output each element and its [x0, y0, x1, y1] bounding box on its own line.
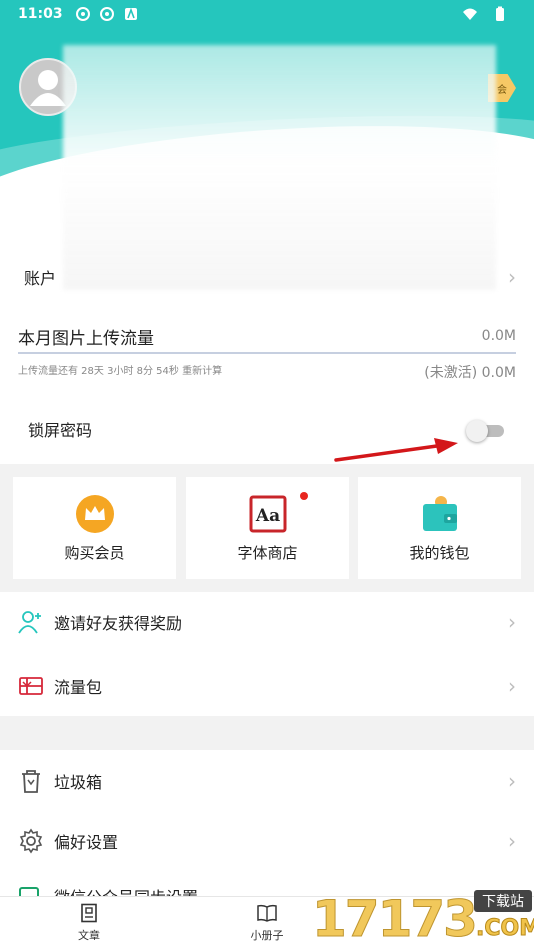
tab-label: 小册子 [250, 929, 284, 942]
card-my-wallet[interactable]: 我的钱包 [358, 477, 521, 579]
lock-screen-toggle[interactable] [466, 420, 504, 442]
booklet-icon [257, 904, 277, 922]
account-label: 账户 [24, 269, 57, 288]
list-item-label: 邀请好友获得奖励 [54, 614, 183, 633]
chevron-right-icon: › [508, 674, 516, 698]
upload-traffic-section: 本月图片上传流量 0.0M 上传流量还有 28天 3小时 8分 54秒 重新计算… [18, 320, 516, 382]
card-label: 购买会员 [64, 544, 125, 562]
list-item-label: 流量包 [54, 678, 103, 697]
list-item-label: 偏好设置 [54, 833, 119, 852]
upload-progress-bar [18, 352, 516, 354]
tab-booklet[interactable]: 小册子 [237, 903, 297, 943]
toggle-knob [466, 420, 488, 442]
upload-reset-hint: 上传流量还有 28天 3小时 8分 54秒 重新计算 [18, 366, 223, 377]
font-store-icon: Aa [249, 495, 286, 533]
status-bar: 11:03 [0, 0, 534, 28]
data-package-icon [19, 677, 43, 695]
text-notification-icon [124, 7, 137, 20]
list-item-invite-friends[interactable]: 邀请好友获得奖励 › [0, 592, 534, 652]
chevron-right-icon: › [508, 829, 516, 853]
app-notification-icon [99, 7, 114, 21]
svg-text:Aa: Aa [254, 506, 279, 526]
wallet-icon [422, 496, 457, 531]
card-label: 我的钱包 [409, 544, 470, 562]
watermark-badge: 下载站 [474, 890, 532, 912]
card-buy-membership[interactable]: 购买会员 [13, 477, 176, 579]
article-icon [81, 903, 97, 923]
lock-screen-label: 锁屏密码 [28, 421, 93, 440]
status-time: 11:03 [18, 6, 63, 22]
list-item-preferences[interactable]: 偏好设置 › [0, 811, 534, 871]
app-notification-icon [75, 7, 90, 21]
section-divider [0, 716, 534, 750]
upload-status: (未激活) 0.0M [424, 365, 516, 381]
upload-value: 0.0M [481, 328, 516, 344]
wifi-icon [463, 8, 477, 20]
list-item-data-package[interactable]: 流量包 › [0, 656, 534, 716]
list-item-label: 垃圾箱 [54, 773, 103, 792]
watermark-suffix: .COM [475, 916, 534, 942]
list-item-trash[interactable]: 垃圾箱 › [0, 751, 534, 811]
red-arrow-annotation [334, 438, 458, 462]
watermark-number: 17173 [312, 890, 479, 949]
tab-article[interactable]: 文章 [59, 903, 119, 943]
site-watermark: 17173 下载站 .COM [310, 888, 534, 950]
card-label: 字体商店 [237, 544, 298, 562]
upload-title: 本月图片上传流量 [18, 328, 154, 349]
tab-label: 文章 [78, 929, 100, 942]
chevron-right-icon: › [508, 265, 516, 289]
trash-icon [22, 770, 40, 793]
new-badge-dot [300, 492, 308, 500]
crown-icon [75, 495, 114, 533]
invite-friend-icon [18, 611, 41, 634]
battery-icon [496, 6, 504, 21]
card-font-store[interactable]: Aa 字体商店 [186, 477, 349, 579]
chevron-right-icon: › [508, 769, 516, 793]
account-row[interactable]: 账户 › [0, 252, 534, 302]
chevron-right-icon: › [508, 610, 516, 634]
gear-icon [19, 828, 43, 854]
